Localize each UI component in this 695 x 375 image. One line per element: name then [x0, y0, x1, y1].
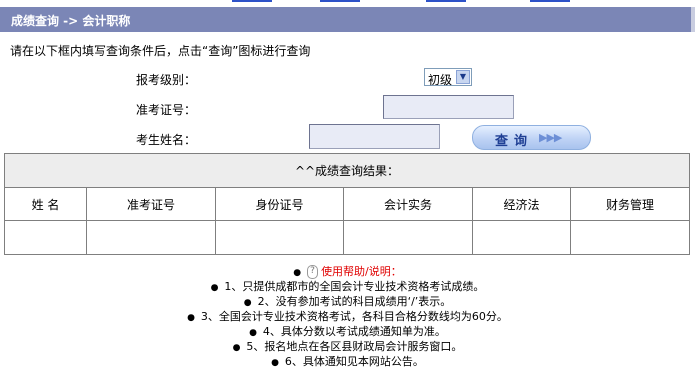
results-caption: ^^成绩查询结果： — [4, 153, 690, 188]
results-caption-row: ^^成绩查询结果： — [4, 153, 690, 188]
bullet-icon: ● — [187, 313, 195, 323]
table-cell — [472, 220, 571, 255]
nav-tab-stub[interactable] — [232, 0, 272, 2]
bullet-icon: ● — [232, 343, 241, 353]
table-row — [4, 220, 690, 255]
table-cell — [4, 220, 87, 255]
column-header-id: 身份证号 — [215, 187, 344, 221]
column-header-name: 姓 名 — [4, 187, 87, 221]
level-label: 报考级别： — [136, 73, 197, 87]
help-item: ● 5、报名地点在各区县财政局会计服务窗口。 — [0, 339, 695, 354]
query-button[interactable]: 查询 ▶▶▶ — [472, 125, 591, 150]
results-header-row: 姓 名 准考证号 身份证号 会计实务 经济法 财务管理 — [4, 187, 690, 221]
column-header-admission: 准考证号 — [86, 187, 216, 221]
column-header-economic-law: 经济法 — [472, 187, 571, 221]
instruction-text: 请在以下框内填写查询条件后，点击“查询”图标进行查询 — [10, 44, 311, 58]
table-cell — [570, 220, 690, 255]
bullet-icon: ● — [210, 283, 219, 293]
table-cell — [215, 220, 344, 255]
column-header-accounting: 会计实务 — [343, 187, 473, 221]
help-section: ●? 使用帮助/说明： ● 1、只提供成都市的全国会计专业技术资格考试成绩。 ● 2、… — [0, 264, 695, 369]
admission-label: 准考证号： — [136, 103, 197, 117]
help-title-line: ●? 使用帮助/说明： — [0, 264, 695, 279]
header-bar: 成绩查询 -> 会计职称 — [0, 7, 695, 32]
query-button-label: 查询 — [495, 134, 534, 149]
nav-tab-stub[interactable] — [320, 0, 360, 2]
help-item: ● 6、具体通知见本网站公告。 — [0, 354, 695, 369]
column-header-financial-management: 财务管理 — [570, 187, 690, 221]
nav-tab-stub[interactable] — [426, 0, 466, 2]
chevron-down-icon[interactable]: ▼ — [456, 70, 470, 84]
results-table: ^^成绩查询结果： 姓 名 准考证号 身份证号 会计实务 经济法 财务管理 — [4, 153, 690, 255]
table-cell — [86, 220, 216, 255]
triple-arrow-icon: ▶▶▶ — [539, 131, 562, 144]
bullet-icon: ● — [271, 358, 279, 368]
help-item: ● 4、具体分数以考试成绩通知单为准。 — [0, 324, 695, 339]
page-title: 成绩查询 -> 会计职称 — [11, 14, 131, 28]
table-cell — [343, 220, 473, 255]
level-select-value: 初级 — [428, 73, 453, 87]
name-label: 考生姓名： — [136, 133, 197, 147]
help-item: ● 1、只提供成都市的全国会计专业技术资格考试成绩。 — [0, 279, 695, 294]
admission-number-input[interactable] — [383, 95, 514, 119]
question-icon: ? — [307, 265, 319, 279]
help-item: ● 3、全国会计专业技术资格考试，各科目合格分数线均为60分。 — [0, 309, 695, 324]
level-select[interactable]: 初级 ▼ — [424, 68, 472, 87]
help-title: 使用帮助/说明： — [321, 265, 402, 278]
candidate-name-input[interactable] — [309, 124, 440, 149]
nav-tab-stub[interactable] — [530, 0, 570, 2]
help-item: ● 2、没有参加考试的科目成绩用‘/’表示。 — [0, 294, 695, 309]
